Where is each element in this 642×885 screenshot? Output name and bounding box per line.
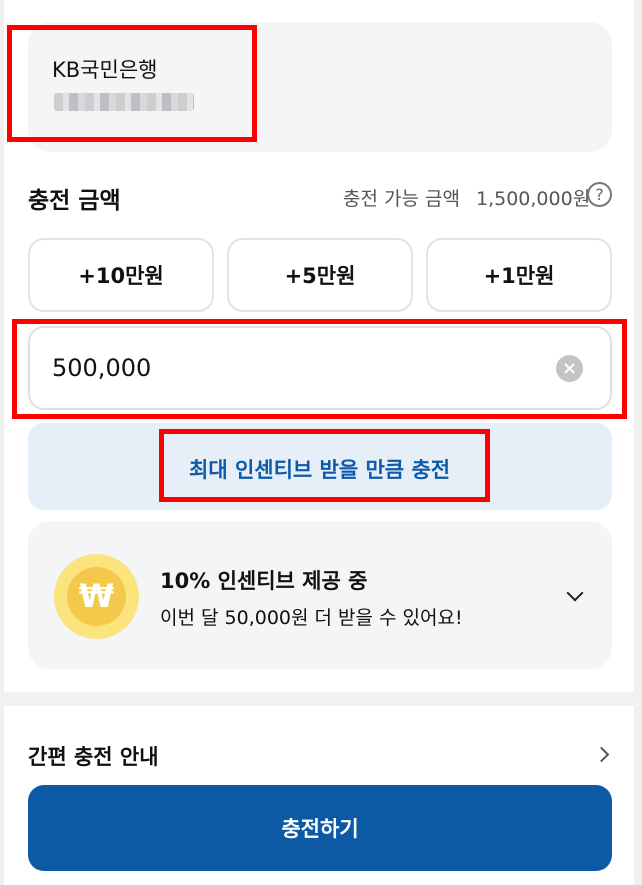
section-divider — [0, 692, 642, 706]
add-10000-button[interactable]: +1만원 — [426, 238, 612, 312]
highlight-box-input — [12, 319, 627, 419]
highlight-box-account — [7, 25, 257, 142]
available-amount-label: 충전 가능 금액 — [343, 188, 460, 210]
highlight-box-max-incentive — [159, 429, 490, 502]
incentive-subtitle: 이번 달 50,000원 더 받을 수 있어요! — [160, 607, 463, 629]
amount-title: 충전 금액 — [28, 188, 121, 214]
charge-button[interactable]: 충전하기 — [28, 785, 612, 871]
add-50000-button[interactable]: +5만원 — [227, 238, 413, 312]
incentive-title: 10% 인센티브 제공 중 — [160, 569, 368, 593]
chevron-right-icon[interactable] — [593, 746, 610, 763]
easy-charge-guide-link[interactable]: 간편 충전 안내 — [28, 741, 159, 771]
help-icon[interactable]: ? — [587, 182, 612, 207]
add-100000-button[interactable]: +10만원 — [28, 238, 214, 312]
won-icon: ₩ — [67, 567, 126, 626]
available-amount-value: 1,500,000원 — [476, 188, 591, 210]
